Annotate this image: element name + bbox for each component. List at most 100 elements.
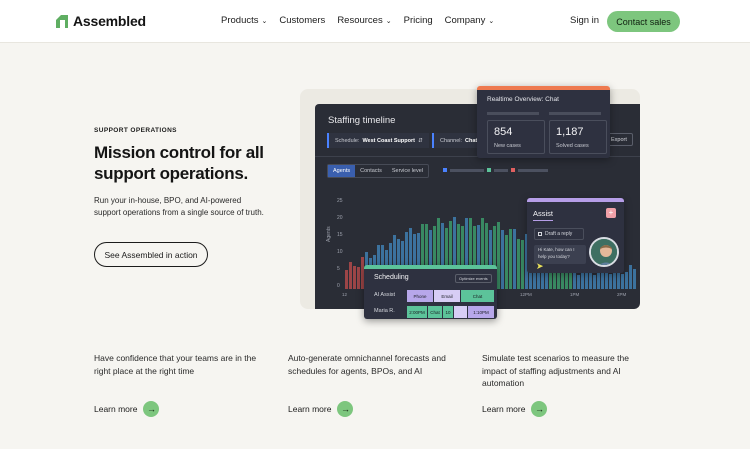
legend-swatch: [487, 168, 491, 172]
nav-company-label: Company: [444, 15, 486, 26]
staffing-bar: [633, 269, 636, 289]
hero-eyebrow: SUPPORT OPERATIONS: [94, 127, 177, 134]
staffing-bar: [593, 275, 596, 289]
y-axis-label: Agents: [326, 226, 332, 242]
staffing-bar: [625, 272, 628, 289]
y-tick: 15: [337, 232, 343, 238]
schedule-row-name: AI Assist: [374, 292, 396, 298]
feature-text: Have confidence that your teams are in t…: [94, 353, 257, 376]
legend-line: [494, 168, 508, 172]
nav-products[interactable]: Products ⌄: [221, 15, 267, 26]
schedule-value: West Coast Support: [362, 137, 415, 144]
staffing-bar: [517, 239, 520, 289]
legend-swatch: [443, 168, 447, 172]
learn-more-link[interactable]: Learn more →: [288, 401, 354, 417]
channel-label: Channel:: [440, 137, 463, 144]
schedule-segment[interactable]: 10: [443, 306, 453, 318]
nav-customers-label: Customers: [279, 15, 326, 26]
nav-products-label: Products: [221, 15, 259, 26]
new-cases-label: New cases: [494, 143, 521, 149]
nav-resources[interactable]: Resources ⌄: [337, 15, 391, 26]
legend-line: [518, 168, 548, 172]
tab-agents[interactable]: Agents: [328, 165, 356, 177]
sign-in-link[interactable]: Sign in: [570, 15, 599, 26]
logo-icon: [56, 14, 68, 28]
solved-cases-label: Solved cases: [556, 143, 589, 149]
nav-pricing-label: Pricing: [403, 15, 433, 26]
learn-more-label: Learn more: [94, 404, 138, 414]
plus-icon[interactable]: +: [606, 208, 616, 218]
solved-cases-value: 1,187: [556, 126, 584, 138]
top-nav: Assembled Products ⌄ Customers Resources ⌄…: [0, 0, 750, 43]
realtime-overview-card: Realtime Overview: Chat 854 New cases 1,…: [477, 86, 610, 158]
contact-sales-button[interactable]: Contact sales: [607, 11, 680, 32]
staffing-bar: [513, 229, 516, 289]
logo-text: Assembled: [73, 13, 146, 29]
realtime-placeholder-bar: [487, 112, 539, 115]
chevron-down-icon: ⌄: [261, 17, 268, 25]
y-tick: 0: [337, 283, 340, 289]
logo[interactable]: Assembled: [56, 13, 146, 29]
schedule-segment[interactable]: [454, 306, 467, 318]
realtime-title: Realtime Overview: Chat: [487, 96, 559, 103]
x-tick: 1PM: [570, 292, 580, 297]
dashboard-tabs: Agents Contacts Service level: [327, 164, 430, 178]
schedule-row: AI Assist Phone Email Chat: [364, 289, 497, 303]
scheduling-title: Scheduling: [374, 274, 409, 281]
cursor-icon: ➤: [536, 261, 544, 271]
tab-contacts[interactable]: Contacts: [355, 165, 387, 177]
chart-legend: [443, 168, 548, 172]
staffing-bar: [345, 270, 348, 289]
y-tick: 5: [337, 266, 340, 272]
nav-customers[interactable]: Customers: [279, 15, 325, 26]
chevron-down-icon: ⌄: [385, 17, 392, 25]
nav-company[interactable]: Company ⌄: [445, 15, 495, 26]
draft-reply-button[interactable]: Draft a reply: [534, 228, 584, 240]
staffing-bar: [501, 230, 504, 289]
new-cases-box: 854 New cases: [487, 120, 545, 154]
arrow-right-icon: →: [337, 401, 354, 417]
channel-select[interactable]: Channel: Chat: [432, 133, 484, 148]
x-tick: 12: [342, 292, 348, 297]
schedule-segment[interactable]: Phone: [407, 290, 433, 302]
draft-icon: [538, 232, 542, 236]
x-tick: 12PM: [520, 292, 532, 297]
optimize-events-button[interactable]: Optimize events: [455, 274, 492, 283]
new-cases-value: 854: [494, 126, 513, 138]
y-tick: 20: [337, 215, 343, 221]
schedule-select[interactable]: Schedule: West Coast Support ⇵: [327, 133, 429, 148]
scheduling-card: Scheduling Optimize events AI Assist Pho…: [364, 265, 497, 319]
y-tick: 25: [337, 198, 343, 204]
schedule-segment[interactable]: 2:00PM: [407, 306, 427, 318]
feature-text: Simulate test scenarios to measure the i…: [482, 353, 629, 388]
hero-description: Run your in-house, BPO, and AI-powered s…: [94, 196, 264, 217]
staffing-bar: [349, 262, 352, 289]
schedule-segment[interactable]: Chat: [461, 290, 494, 302]
select-arrows-icon: ⇵: [417, 137, 423, 144]
assist-title: Assist: [533, 209, 554, 221]
staffing-bar: [505, 235, 508, 289]
nav-pricing[interactable]: Pricing: [404, 15, 433, 26]
tab-service-level[interactable]: Service level: [387, 165, 428, 177]
staffing-bar: [353, 266, 356, 289]
schedule-segment[interactable]: Email: [434, 290, 460, 302]
avatar: [589, 237, 619, 267]
see-in-action-button[interactable]: See Assembled in action: [94, 242, 208, 267]
person-avatar-icon: [591, 239, 617, 265]
staffing-bar: [509, 229, 512, 289]
arrow-right-icon: →: [531, 401, 548, 417]
schedule-row: Maria R. 2:00PM Chat 10 1:10PM: [364, 305, 497, 319]
schedule-segment[interactable]: 1:10PM: [468, 306, 494, 318]
arrow-right-icon: →: [143, 401, 160, 417]
learn-more-link[interactable]: Learn more →: [94, 401, 160, 417]
staffing-bar: [629, 265, 632, 289]
y-tick: 10: [337, 249, 343, 255]
nav-resources-label: Resources: [337, 15, 383, 26]
legend-line: [450, 168, 484, 172]
learn-more-link[interactable]: Learn more →: [482, 401, 548, 417]
draft-reply-label: Draft a reply: [545, 231, 573, 237]
schedule-segment[interactable]: Chat: [428, 306, 442, 318]
staffing-bar: [609, 274, 612, 289]
x-tick: 2PM: [617, 292, 627, 297]
dashboard-title: Staffing timeline: [328, 115, 396, 126]
